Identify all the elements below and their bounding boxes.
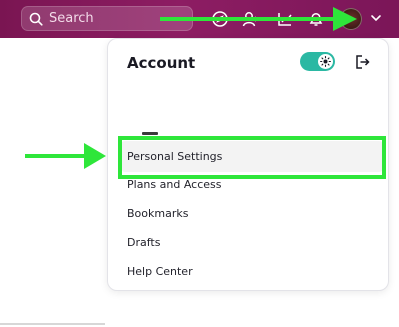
menu-item-label: Plans and Access (127, 178, 222, 191)
annotation-arrow-left (25, 154, 87, 158)
toggle-knob (318, 54, 333, 69)
menu-item-plans-and-access[interactable]: Plans and Access (127, 178, 221, 191)
search-placeholder: Search (49, 11, 94, 26)
menu-item-label: Drafts (127, 236, 161, 249)
annotation-arrow-top (160, 17, 335, 21)
logout-icon[interactable] (353, 53, 371, 71)
menu-item-drafts[interactable]: Drafts (127, 236, 160, 249)
chevron-down-icon[interactable] (370, 13, 382, 23)
background-divider (0, 323, 105, 325)
annotation-arrowhead-left (84, 143, 106, 169)
menu-item-label: Help Center (127, 265, 193, 278)
annotation-arrowhead-top (333, 7, 357, 31)
search-icon (29, 12, 43, 26)
menu-item-bookmarks[interactable]: Bookmarks (127, 207, 188, 220)
menu-item-help-center[interactable]: Help Center (127, 265, 193, 278)
annotation-highlight-box (118, 136, 386, 179)
panel-title: Account (127, 54, 196, 72)
menu-item-label: Bookmarks (127, 207, 189, 220)
partial-element (142, 132, 158, 135)
theme-toggle[interactable] (300, 52, 335, 71)
sun-icon (320, 56, 331, 67)
